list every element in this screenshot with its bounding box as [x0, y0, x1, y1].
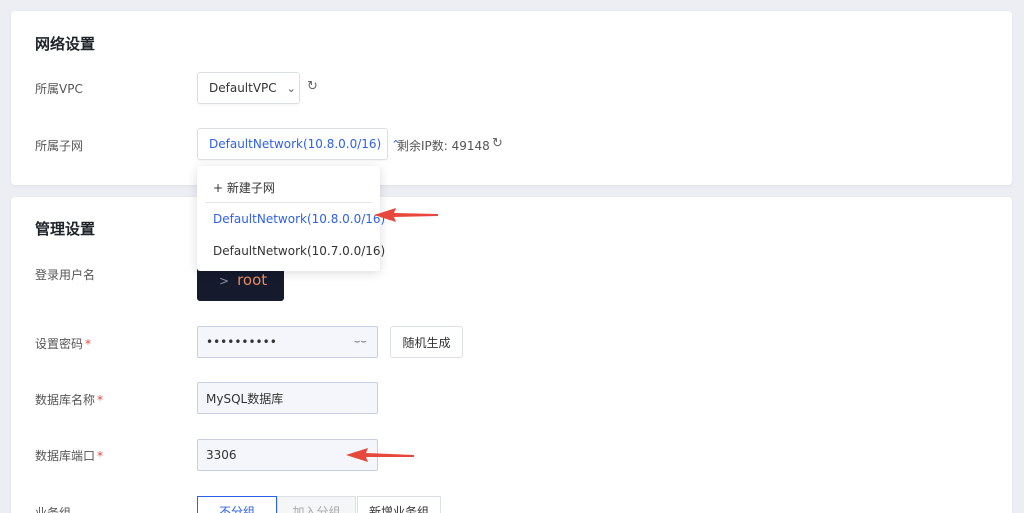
group-option-new[interactable]: 新增业务组	[357, 496, 441, 513]
dbname-label: 数据库名称 *	[35, 391, 103, 408]
management-settings-title: 管理设置	[35, 220, 96, 238]
vpc-label: 所属VPC	[35, 82, 83, 96]
required-mark: *	[97, 449, 104, 463]
group-label: 业务组	[35, 506, 72, 513]
remaining-ip-count: 剩余IP数: 49148	[397, 139, 490, 153]
password-label-text: 设置密码	[35, 337, 84, 351]
username-value: root	[237, 271, 268, 289]
group-option-join[interactable]: 加入分组	[277, 496, 356, 513]
subnet-dropdown-menu: + 新建子网 DefaultNetwork(10.8.0.0/16) Defau…	[197, 166, 385, 271]
vpc-select[interactable]: DefaultVPC ⌄	[197, 72, 300, 104]
network-settings-card: 网络设置	[11, 11, 1012, 185]
password-value: ••••••••••	[206, 335, 277, 349]
port-label-text: 数据库端口	[35, 449, 96, 463]
annotation-arrow	[346, 448, 414, 462]
password-label: 设置密码 *	[35, 335, 91, 352]
username-label: 登录用户名	[35, 268, 96, 282]
dbname-value: MySQL数据库	[206, 391, 284, 406]
subnet-option[interactable]: DefaultNetwork(10.7.0.0/16)	[213, 244, 385, 258]
required-mark: *	[97, 393, 104, 407]
new-subnet-option[interactable]: + 新建子网	[213, 179, 275, 196]
port-value: 3306	[206, 448, 237, 462]
subnet-select-value: DefaultNetwork(10.8.0.0/16)	[209, 137, 382, 151]
dbname-label-text: 数据库名称	[35, 393, 96, 407]
dbname-input[interactable]: MySQL数据库	[197, 382, 378, 414]
management-settings-card: 管理设置	[11, 197, 1012, 513]
dropdown-divider	[205, 202, 372, 203]
subnet-option[interactable]: DefaultNetwork(10.8.0.0/16)	[213, 212, 385, 226]
subnet-select[interactable]: DefaultNetwork(10.8.0.0/16) ⌃	[197, 128, 400, 160]
required-mark: *	[85, 337, 92, 351]
annotation-arrow	[374, 208, 438, 222]
eye-closed-icon[interactable]: ⌣⌣	[354, 336, 367, 347]
terminal-prompt-icon: >	[219, 274, 230, 288]
refresh-icon[interactable]: ↻	[307, 79, 318, 94]
subnet-label: 所属子网	[35, 139, 84, 153]
random-generate-button[interactable]: 随机生成	[390, 326, 463, 358]
vpc-select-value: DefaultVPC	[209, 81, 277, 95]
network-settings-title: 网络设置	[35, 35, 96, 53]
refresh-icon[interactable]: ↻	[492, 136, 503, 151]
chevron-down-icon: ⌄	[286, 81, 296, 95]
group-option-none[interactable]: 不分组	[197, 496, 277, 513]
password-input[interactable]: •••••••••• ⌣⌣	[197, 326, 378, 358]
port-label: 数据库端口 *	[35, 447, 103, 464]
